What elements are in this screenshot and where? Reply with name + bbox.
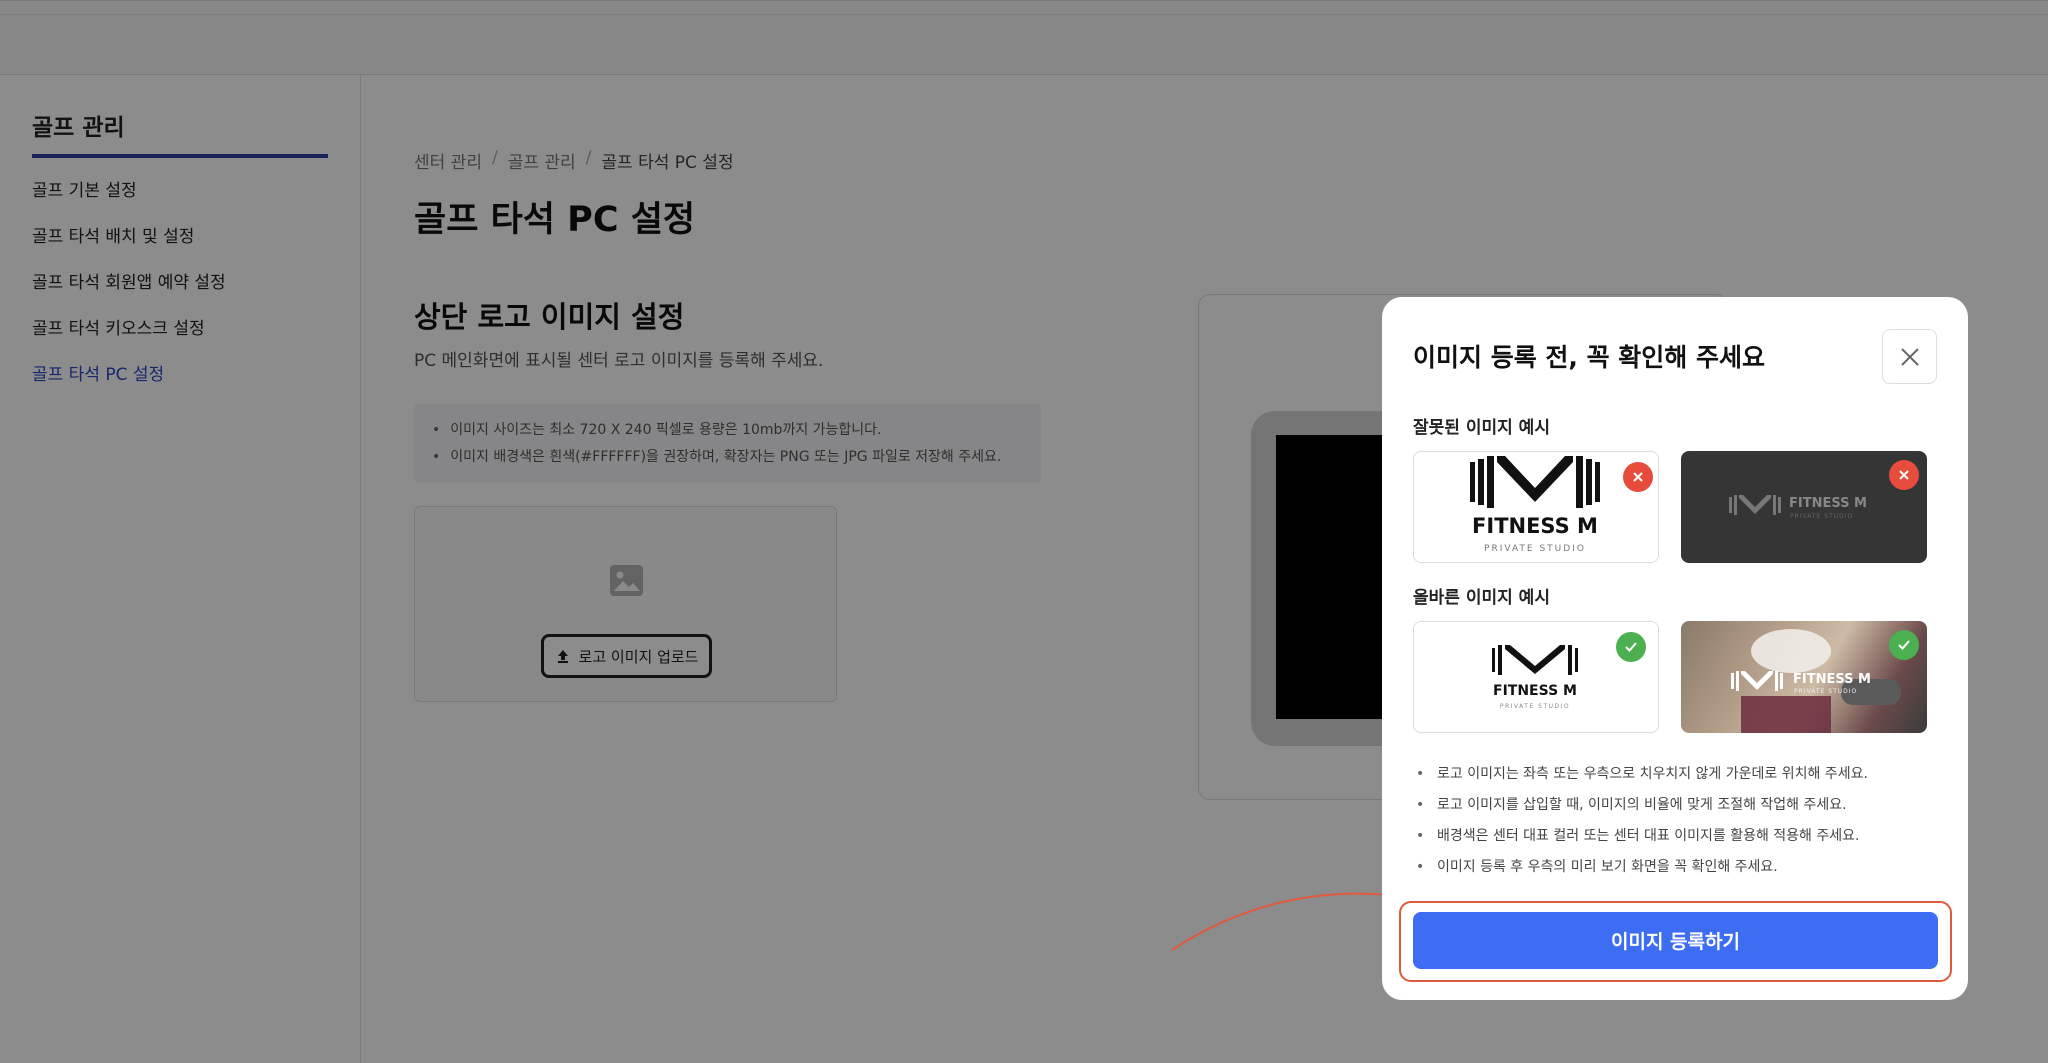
logo-tagline-text: PRIVATE STUDIO: [1794, 688, 1857, 695]
wrong-examples-label: 잘못된 이미지 예시: [1413, 418, 1550, 438]
modal-close-button[interactable]: [1882, 329, 1937, 384]
wrong-badge-icon: [1889, 460, 1919, 490]
correct-example-card-white: FITNESS M PRIVATE STUDIO: [1413, 621, 1659, 733]
close-icon: [1900, 347, 1919, 366]
guideline-item: 로고 이미지를 삽입할 때, 이미지의 비율에 맞게 조절해 작업해 주세요.: [1413, 795, 1868, 826]
logo-tagline-text: PRIVATE STUDIO: [1790, 513, 1853, 520]
annotation-arrow: [1171, 890, 1398, 951]
correct-examples-label: 올바른 이미지 예시: [1413, 588, 1550, 608]
wrong-example-card-dark: FITNESS M PRIVATE STUDIO: [1681, 451, 1927, 563]
logo-tagline-text: PRIVATE STUDIO: [1500, 703, 1570, 710]
correct-badge-icon: [1616, 632, 1646, 662]
correct-badge-icon: [1889, 630, 1919, 660]
guideline-item: 이미지 등록 후 우측의 미리 보기 화면을 꼭 확인해 주세요.: [1413, 857, 1868, 888]
register-image-button[interactable]: 이미지 등록하기: [1413, 912, 1938, 969]
logo-brand-text: FITNESS M: [1789, 496, 1867, 511]
modal-title: 이미지 등록 전, 꼭 확인해 주세요: [1413, 343, 1766, 372]
logo-brand-text: FITNESS M: [1793, 672, 1871, 687]
logo-brand-text: FITNESS M: [1493, 683, 1577, 699]
guideline-item: 배경색은 센터 대표 컬러 또는 센터 대표 이미지를 활용해 적용해 주세요.: [1413, 826, 1868, 857]
wrong-example-card-oversized: FITNESS M PRIVATE STUDIO: [1413, 451, 1659, 563]
guideline-list: 로고 이미지는 좌측 또는 우측으로 치우치지 않게 가운데로 위치해 주세요.…: [1413, 764, 1868, 888]
image-guide-modal: 이미지 등록 전, 꼭 확인해 주세요 잘못된 이미지 예시 FITNESS M…: [1382, 297, 1968, 1000]
logo-tagline-text: PRIVATE STUDIO: [1484, 544, 1586, 554]
logo-brand-text: FITNESS M: [1472, 514, 1598, 538]
wrong-badge-icon: [1623, 462, 1653, 492]
guideline-item: 로고 이미지는 좌측 또는 우측으로 치우치지 않게 가운데로 위치해 주세요.: [1413, 764, 1868, 795]
oversized-logo-image: FITNESS M PRIVATE STUDIO: [1470, 456, 1600, 554]
correct-example-card-photo: FITNESS M PRIVATE STUDIO: [1681, 621, 1927, 733]
